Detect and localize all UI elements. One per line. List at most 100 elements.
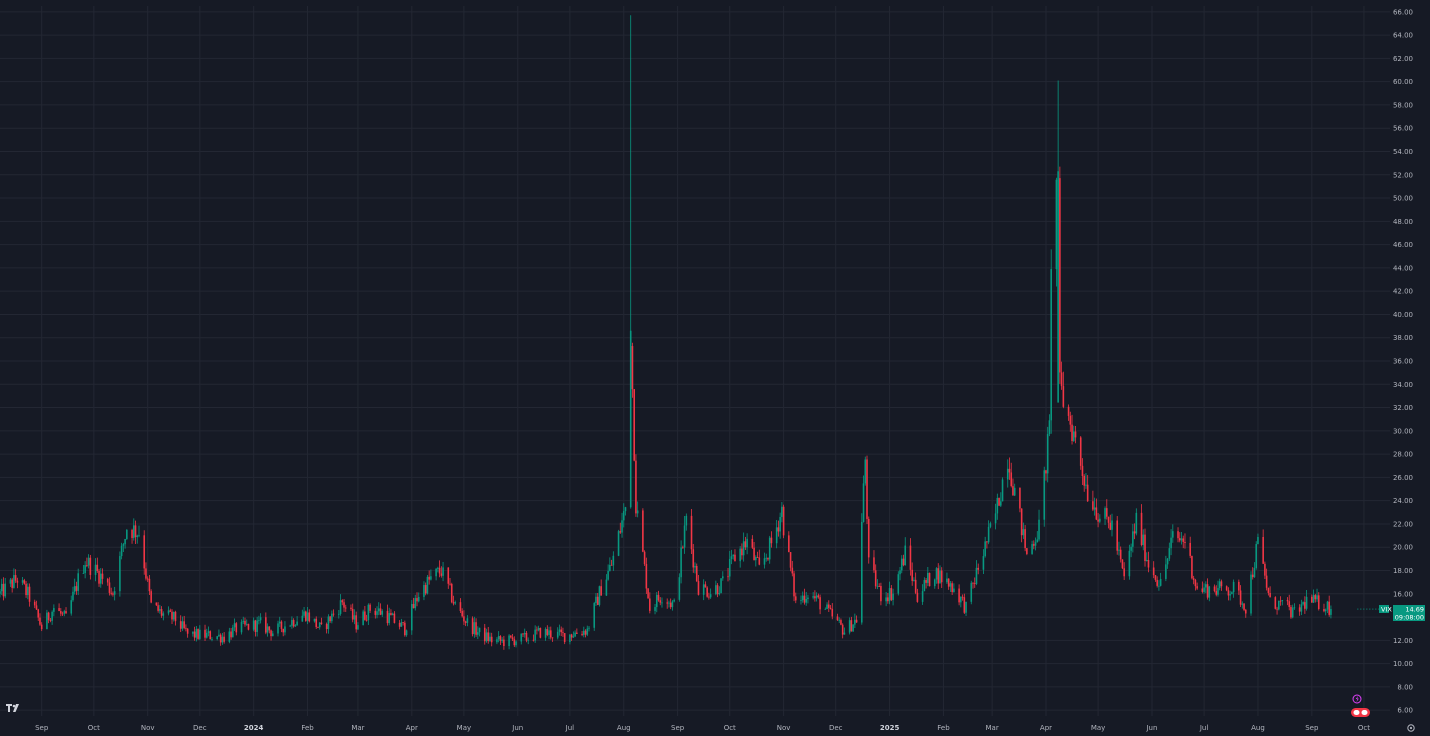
candle-body: [671, 601, 674, 608]
candle-body: [136, 535, 139, 538]
candle-body: [377, 608, 380, 612]
toggle-icon[interactable]: [1351, 708, 1370, 717]
candle-body: [1086, 484, 1089, 502]
candle-body: [595, 596, 597, 604]
candle-body: [344, 607, 347, 609]
candle-body: [155, 602, 158, 606]
candle-body: [1326, 601, 1329, 610]
candle-body: [508, 635, 510, 647]
candle-body: [280, 621, 283, 629]
candle: [1278, 600, 1280, 611]
candle-body: [655, 594, 658, 608]
candle-body: [318, 622, 321, 628]
candle-body: [362, 611, 364, 626]
candle-body: [720, 578, 722, 594]
candle-body: [197, 629, 199, 639]
price-tick-label: 10.00: [1393, 660, 1413, 668]
candle-body: [1156, 579, 1158, 586]
time-tick-label: Mar: [351, 724, 364, 732]
candle-body: [1286, 600, 1289, 602]
price-tick-label: 60.00: [1393, 78, 1413, 86]
candle-body: [1048, 420, 1051, 435]
candle-body: [301, 615, 304, 622]
candle-body: [172, 611, 175, 620]
candle-body: [131, 529, 133, 538]
candle-body: [669, 602, 672, 608]
candle-body: [925, 580, 927, 583]
candle-body: [984, 541, 986, 557]
candle-body: [581, 633, 583, 635]
candle: [647, 587, 649, 599]
candle-body: [965, 601, 967, 613]
candle-body: [880, 585, 882, 602]
candle-body: [244, 620, 246, 625]
candle-body: [282, 628, 285, 633]
candle-body: [327, 616, 330, 630]
candle-body: [339, 600, 342, 614]
candle-body: [148, 578, 151, 592]
candle-body: [1059, 178, 1061, 373]
candle-body: [647, 588, 649, 599]
candle-body: [1225, 586, 1228, 591]
candle-body: [574, 632, 576, 637]
chart-background: [0, 0, 1430, 736]
candle-body: [560, 629, 563, 633]
candle-body: [1026, 548, 1028, 554]
candle-body: [475, 622, 477, 635]
candle-body: [405, 630, 408, 636]
candle-body: [35, 605, 38, 610]
time-tick-label: Nov: [777, 724, 791, 732]
candle-body: [619, 531, 622, 533]
candle-body: [510, 635, 512, 638]
candle-body: [305, 611, 307, 621]
candle-body: [1121, 559, 1124, 569]
candle-body: [819, 597, 821, 610]
candle-body: [874, 570, 877, 587]
candle-body: [866, 459, 868, 519]
candle-body: [1255, 544, 1258, 569]
candle-body: [294, 625, 297, 627]
candle-body: [410, 604, 413, 631]
candle-body: [551, 637, 554, 639]
candle-body: [270, 630, 272, 637]
candle-body: [0, 583, 3, 592]
candle-body: [843, 632, 846, 635]
candle-body: [353, 615, 356, 620]
candle-body: [291, 620, 293, 626]
candle-body: [169, 610, 172, 612]
candle-body: [75, 586, 78, 591]
candle-body: [1324, 609, 1327, 612]
candle-body: [864, 459, 867, 484]
candle-body: [702, 584, 705, 595]
candle-body: [0, 591, 1, 594]
candle-body: [357, 625, 359, 630]
candle-body: [205, 632, 208, 638]
candle: [1059, 166, 1061, 384]
candle-body: [430, 576, 432, 580]
candle-body: [803, 595, 806, 603]
candle-body: [586, 628, 589, 635]
candle-body: [63, 611, 66, 614]
candle-body: [25, 583, 27, 596]
candle-body: [1123, 568, 1125, 577]
price-tick-label: 58.00: [1393, 101, 1413, 109]
candle-body: [975, 567, 978, 584]
candle-body: [779, 516, 781, 532]
candle-body: [240, 621, 243, 633]
candle-body: [1019, 487, 1021, 509]
candle-body: [1257, 536, 1259, 545]
time-tick-label: Dec: [193, 724, 207, 732]
candle: [867, 516, 870, 564]
candle-body: [211, 639, 213, 640]
candle-body: [1250, 574, 1252, 614]
candle-body: [850, 620, 853, 632]
candle-body: [1043, 470, 1046, 520]
candle-body: [855, 619, 858, 623]
candle-body: [1166, 558, 1169, 565]
candle: [998, 497, 1000, 507]
candle: [126, 528, 128, 540]
candle-body: [53, 608, 55, 612]
vix-chart[interactable]: 6.008.0010.0012.0014.0016.0018.0020.0022…: [0, 0, 1430, 736]
candle-body: [661, 602, 663, 604]
candle-body: [40, 624, 43, 630]
